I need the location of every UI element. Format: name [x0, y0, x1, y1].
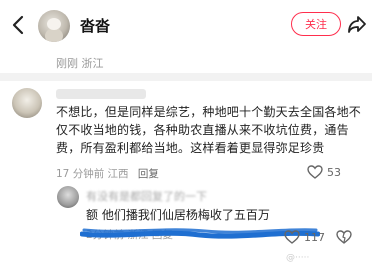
- post-meta: 刚刚 浙江: [56, 57, 104, 70]
- post-header: 沓沓 关注: [0, 0, 372, 54]
- reply-like-heart-icon[interactable]: [284, 229, 300, 245]
- author-avatar[interactable]: [38, 10, 70, 42]
- section-divider: [0, 73, 372, 81]
- reply-like-count: 117: [304, 231, 325, 244]
- commenter-name-redacted: [56, 89, 146, 99]
- dislike-icon[interactable]: [336, 229, 352, 245]
- reply-avatar[interactable]: [57, 186, 79, 208]
- comment-text: 不想比，但是同样是综艺，种地吧十个勤天去全国各地不仅不收当地的钱，各种助农直播从…: [56, 105, 362, 155]
- share-icon[interactable]: [346, 13, 368, 35]
- back-arrow-icon[interactable]: [8, 14, 30, 36]
- comment-time: 17 分钟前: [56, 168, 105, 180]
- reply-username: 有没有是都回复了的一下: [86, 190, 207, 203]
- follow-button[interactable]: 关注: [291, 12, 341, 36]
- comment-reply-button[interactable]: 回复: [138, 168, 159, 180]
- comment-location: 江西: [107, 168, 129, 180]
- comment-like-count: 53: [327, 166, 341, 179]
- commenter-avatar[interactable]: [12, 88, 42, 118]
- comment-meta: 17 分钟前 江西 回复: [56, 166, 159, 181]
- reply-text: 额 他们播我们仙居杨梅收了五百万: [86, 208, 270, 222]
- watermark: @·····: [286, 253, 310, 263]
- like-heart-icon[interactable]: [307, 164, 323, 180]
- author-username[interactable]: 沓沓: [80, 15, 110, 36]
